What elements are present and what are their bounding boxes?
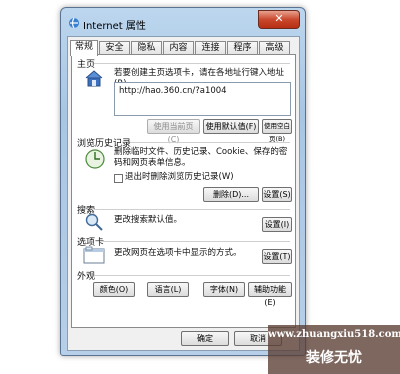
- home-url-input[interactable]: http://hao.360.cn/?a1004: [114, 82, 291, 116]
- appearance-section-title: 外观: [77, 272, 96, 282]
- fonts-button[interactable]: 字体(N): [203, 282, 245, 297]
- delete-history-button[interactable]: 删除(D)...: [203, 187, 259, 202]
- delete-on-exit-label: 退出时删除浏览历史记录(W): [125, 172, 234, 182]
- home-icon: [85, 70, 103, 87]
- history-separator: [130, 142, 290, 143]
- search-description: 更改搜索默认值。: [114, 215, 183, 225]
- tabs-separator: [103, 241, 290, 242]
- tab-general[interactable]: 常规: [70, 40, 98, 56]
- tab-programs[interactable]: 程序: [227, 41, 258, 55]
- appearance-separator: [94, 275, 290, 276]
- search-icon: [85, 213, 103, 231]
- history-description: 删除临时文件、历史记录、Cookie、保存的密码和网页表单信息。: [114, 147, 288, 168]
- general-tab-panel: 主页 若要创建主页选项卡，请在各地址行键入地址(R)。 http://hao.3…: [71, 54, 296, 328]
- ok-button[interactable]: 确定: [181, 331, 229, 346]
- internet-properties-window: Internet 属性 ✕ 常规 安全 隐私 内容 连接 程序 高级 主页 若要…: [60, 7, 306, 356]
- colors-button[interactable]: 颜色(O): [93, 282, 135, 297]
- watermark-name: 装修无忧: [306, 350, 362, 366]
- tab-connections[interactable]: 连接: [195, 41, 226, 55]
- tab-advanced[interactable]: 高级: [259, 41, 290, 55]
- search-separator: [94, 209, 290, 210]
- watermark: www.zhuangxiu518.com 装修无忧: [268, 325, 400, 374]
- tab-privacy[interactable]: 隐私: [131, 41, 162, 55]
- tab-security[interactable]: 安全: [99, 41, 130, 55]
- title-bar[interactable]: Internet 属性 ✕: [61, 8, 305, 36]
- close-button[interactable]: ✕: [258, 10, 300, 29]
- tab-content[interactable]: 内容: [163, 41, 194, 55]
- tabs-description: 更改网页在选项卡中显示的方式。: [114, 248, 242, 258]
- internet-explorer-icon: [69, 17, 79, 29]
- use-blank-button[interactable]: 使用空白页(B): [262, 119, 292, 143]
- dialog-body: 常规 安全 隐私 内容 连接 程序 高级 主页 若要创建主页选项卡，请在各地址行…: [67, 36, 300, 351]
- home-url-value: http://hao.360.cn/?a1004: [119, 86, 227, 96]
- accessibility-button[interactable]: 辅助功能(E): [248, 282, 292, 307]
- tabs-settings-button[interactable]: 设置(T): [262, 249, 292, 264]
- tabs-window-icon: [83, 246, 105, 264]
- watermark-url: www.zhuangxiu518.com: [268, 329, 400, 340]
- languages-button[interactable]: 语言(L): [147, 282, 189, 297]
- use-default-button[interactable]: 使用默认值(F): [203, 119, 259, 134]
- delete-on-exit-checkbox[interactable]: [114, 174, 123, 183]
- history-clock-icon: [85, 149, 105, 169]
- history-settings-button[interactable]: 设置(S): [262, 187, 292, 202]
- home-separator: [94, 63, 290, 64]
- search-settings-button[interactable]: 设置(I): [262, 217, 292, 232]
- use-current-button[interactable]: 使用当前页(C): [147, 119, 200, 144]
- window-title: Internet 属性: [83, 21, 146, 32]
